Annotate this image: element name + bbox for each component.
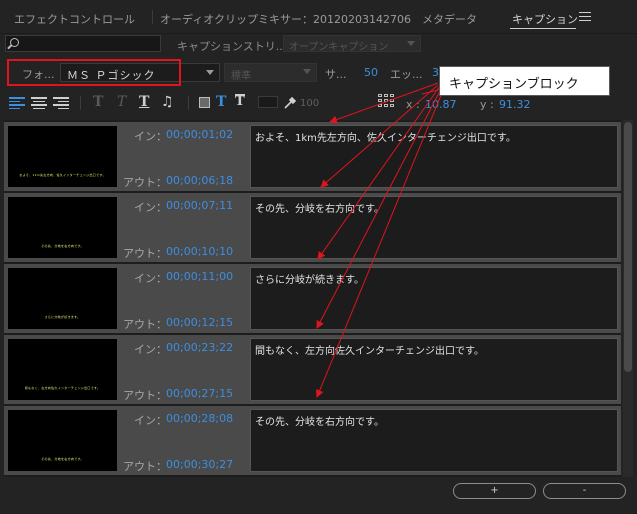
out-timecode[interactable]: 00;00;10;10 bbox=[166, 245, 233, 258]
thumbnail-caption-text: その先、分岐を右方向です。 bbox=[41, 457, 84, 461]
caption-thumbnail: 間もなく、左方向佐久インターチェンジ出口です。 bbox=[8, 339, 117, 400]
out-timecode[interactable]: 00;00;27;15 bbox=[166, 387, 233, 400]
in-label: イン： bbox=[134, 343, 167, 356]
caption-block[interactable]: さらに分岐が続きます。 イン： 00;00;11;00 アウト： 00;00;1… bbox=[4, 264, 621, 333]
caption-block-callout: キャプションブロック bbox=[439, 66, 610, 96]
opacity-value[interactable]: 100 bbox=[300, 98, 319, 109]
color-swatch[interactable] bbox=[258, 96, 278, 108]
chevron-down-icon bbox=[206, 70, 214, 75]
in-timecode[interactable]: 00;00;07;11 bbox=[166, 199, 233, 212]
in-timecode[interactable]: 00;00;28;08 bbox=[166, 412, 233, 425]
tab-metadata[interactable]: メタデータ bbox=[422, 11, 477, 27]
hamburger-icon[interactable] bbox=[579, 9, 591, 23]
out-label: アウト： bbox=[123, 176, 167, 189]
search-icon bbox=[10, 38, 19, 47]
font-style-select[interactable]: 標準 bbox=[224, 63, 317, 82]
edge-label: エッ... bbox=[390, 68, 423, 81]
in-label: イン： bbox=[134, 201, 167, 214]
active-tab-indicator bbox=[510, 28, 576, 29]
caption-block[interactable]: 間もなく、左方向佐久インターチェンジ出口です。 イン： 00;00;23;22 … bbox=[4, 335, 621, 404]
out-label: アウト： bbox=[123, 389, 167, 402]
caption-thumbnail: その先、分岐を右方向です。 bbox=[8, 410, 117, 471]
tab-separator bbox=[152, 10, 153, 24]
y-position-label: y : bbox=[480, 98, 494, 111]
y-position-value[interactable]: 91.32 bbox=[499, 98, 531, 111]
size-label: サ... bbox=[325, 68, 347, 81]
remove-caption-button[interactable]: - bbox=[543, 483, 626, 499]
caption-text-field[interactable]: さらに分岐が続きます。 bbox=[250, 267, 618, 330]
in-label: イン： bbox=[134, 272, 167, 285]
caption-stream-label: キャプションストリ... bbox=[177, 40, 287, 53]
in-timecode[interactable]: 00;00;11;00 bbox=[166, 270, 233, 283]
background-box-icon[interactable] bbox=[199, 97, 210, 108]
tab-captions[interactable]: キャプション bbox=[512, 11, 578, 27]
caption-block[interactable]: その先、分岐を右方向です。 イン： 00;00;07;11 アウト： 00;00… bbox=[4, 193, 621, 262]
add-caption-button[interactable]: + bbox=[453, 483, 536, 499]
caption-stream-value: オープンキャプション bbox=[289, 42, 389, 53]
music-note-icon[interactable]: ♫ bbox=[161, 94, 174, 110]
italic-text-icon[interactable]: T bbox=[117, 94, 126, 110]
eyedropper-icon[interactable] bbox=[283, 96, 297, 110]
tab-effect-controls[interactable]: エフェクトコントロール bbox=[14, 11, 135, 27]
toolbar-separator bbox=[188, 96, 189, 110]
out-timecode[interactable]: 00;00;06;18 bbox=[166, 174, 233, 187]
thumbnail-caption-text: その先、分岐を右方向です。 bbox=[41, 244, 84, 248]
x-position-value[interactable]: 10.87 bbox=[425, 98, 457, 111]
thumbnail-caption-text: 間もなく、左方向佐久インターチェンジ出口です。 bbox=[24, 386, 101, 390]
out-label: アウト： bbox=[123, 318, 167, 331]
caption-text-field[interactable]: 間もなく、左方向佐久インターチェンジ出口です。 bbox=[250, 338, 618, 401]
caption-thumbnail: その先、分岐を右方向です。 bbox=[8, 197, 117, 258]
out-label: アウト： bbox=[123, 247, 167, 260]
toolbar-separator bbox=[80, 96, 81, 110]
caption-block[interactable]: およそ、1km先左方向、佐久インターチェンジ出口です。 イン： 00;00;01… bbox=[4, 122, 621, 191]
panel-tab-bar: エフェクトコントロール オーディオクリップミキサー：20120203142706… bbox=[0, 0, 637, 34]
font-style-value: 標準 bbox=[231, 71, 251, 82]
caption-block[interactable]: その先、分岐を右方向です。 イン： 00;00;28;08 アウト： 00;00… bbox=[4, 406, 621, 475]
position-grid-icon[interactable] bbox=[378, 94, 396, 110]
caption-thumbnail: およそ、1km先左方向、佐久インターチェンジ出口です。 bbox=[8, 126, 117, 187]
caption-search-input[interactable] bbox=[5, 35, 161, 52]
caption-text-field[interactable]: その先、分岐を右方向です。 bbox=[250, 196, 618, 259]
chevron-down-icon bbox=[407, 41, 415, 46]
caption-list: およそ、1km先左方向、佐久インターチェンジ出口です。 イン： 00;00;01… bbox=[4, 120, 621, 477]
text-background-icon[interactable]: T bbox=[235, 94, 245, 108]
in-timecode[interactable]: 00;00;01;02 bbox=[166, 128, 233, 141]
edge-value[interactable]: 3 bbox=[432, 66, 439, 79]
align-center-icon[interactable] bbox=[31, 95, 47, 111]
align-left-icon[interactable] bbox=[9, 95, 25, 111]
scrollbar-thumb[interactable] bbox=[624, 122, 632, 372]
in-label: イン： bbox=[134, 130, 167, 143]
in-timecode[interactable]: 00;00;23;22 bbox=[166, 341, 233, 354]
out-timecode[interactable]: 00;00;12;15 bbox=[166, 316, 233, 329]
font-highlight-box bbox=[7, 59, 181, 86]
tab-audio-clip-mixer[interactable]: オーディオクリップミキサー：20120203142706 bbox=[160, 11, 411, 27]
bottom-bar bbox=[0, 478, 637, 514]
text-color-icon[interactable]: T bbox=[216, 94, 226, 110]
caption-text-field[interactable]: およそ、1km先左方向、佐久インターチェンジ出口です。 bbox=[250, 125, 618, 188]
caption-stream-select[interactable]: オープンキャプション bbox=[283, 35, 421, 53]
x-position-label: x : bbox=[406, 98, 420, 111]
bold-text-icon[interactable]: T bbox=[93, 94, 103, 110]
out-timecode[interactable]: 00;00;30;27 bbox=[166, 458, 233, 471]
caption-text-field[interactable]: その先、分岐を右方向です。 bbox=[250, 409, 618, 472]
caption-thumbnail: さらに分岐が続きます。 bbox=[8, 268, 117, 329]
chevron-down-icon bbox=[303, 69, 311, 74]
align-right-icon[interactable] bbox=[53, 95, 69, 111]
out-label: アウト： bbox=[123, 460, 167, 473]
in-label: イン： bbox=[134, 414, 167, 427]
thumbnail-caption-text: およそ、1km先左方向、佐久インターチェンジ出口です。 bbox=[19, 173, 106, 177]
size-value[interactable]: 50 bbox=[364, 66, 378, 79]
underline-text-icon[interactable]: T bbox=[139, 94, 149, 110]
thumbnail-caption-text: さらに分岐が続きます。 bbox=[44, 315, 81, 319]
